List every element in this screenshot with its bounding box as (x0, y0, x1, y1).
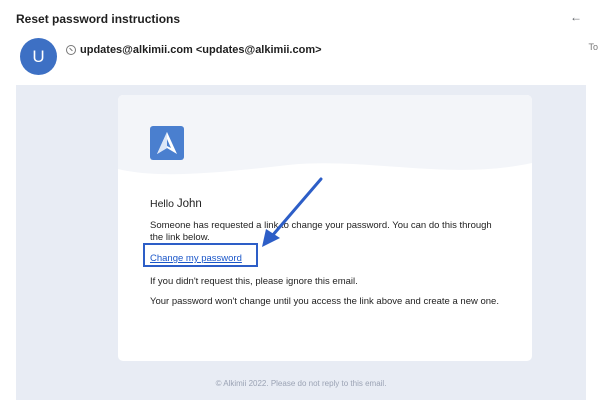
recipient-label: To (588, 42, 598, 52)
greeting-prefix: Hello (150, 198, 177, 210)
greeting-name: John (176, 198, 202, 210)
info-icon (66, 45, 76, 55)
paragraph-notice: Your password won't change until you acc… (150, 296, 499, 307)
avatar: U (20, 38, 57, 75)
paragraph-ignore: If you didn't request this, please ignor… (150, 276, 358, 287)
email-card: Hello John Someone has requested a link … (118, 95, 532, 361)
email-footer: © Alkimii 2022. Please do not reply to t… (215, 379, 387, 388)
sender-line: updates@alkimii.com <updates@alkimii.com… (66, 44, 322, 56)
back-arrow-icon[interactable]: ← (570, 10, 582, 24)
sender-address: updates@alkimii.com <updates@alkimii.com… (80, 44, 322, 56)
change-password-link[interactable]: Change my password (150, 253, 242, 264)
email-subject: Reset password instructions (16, 12, 181, 26)
paragraph-request: Someone has requested a link to change y… (150, 220, 492, 243)
alkimii-logo-icon (150, 126, 184, 160)
greeting: Hello John (150, 198, 202, 210)
